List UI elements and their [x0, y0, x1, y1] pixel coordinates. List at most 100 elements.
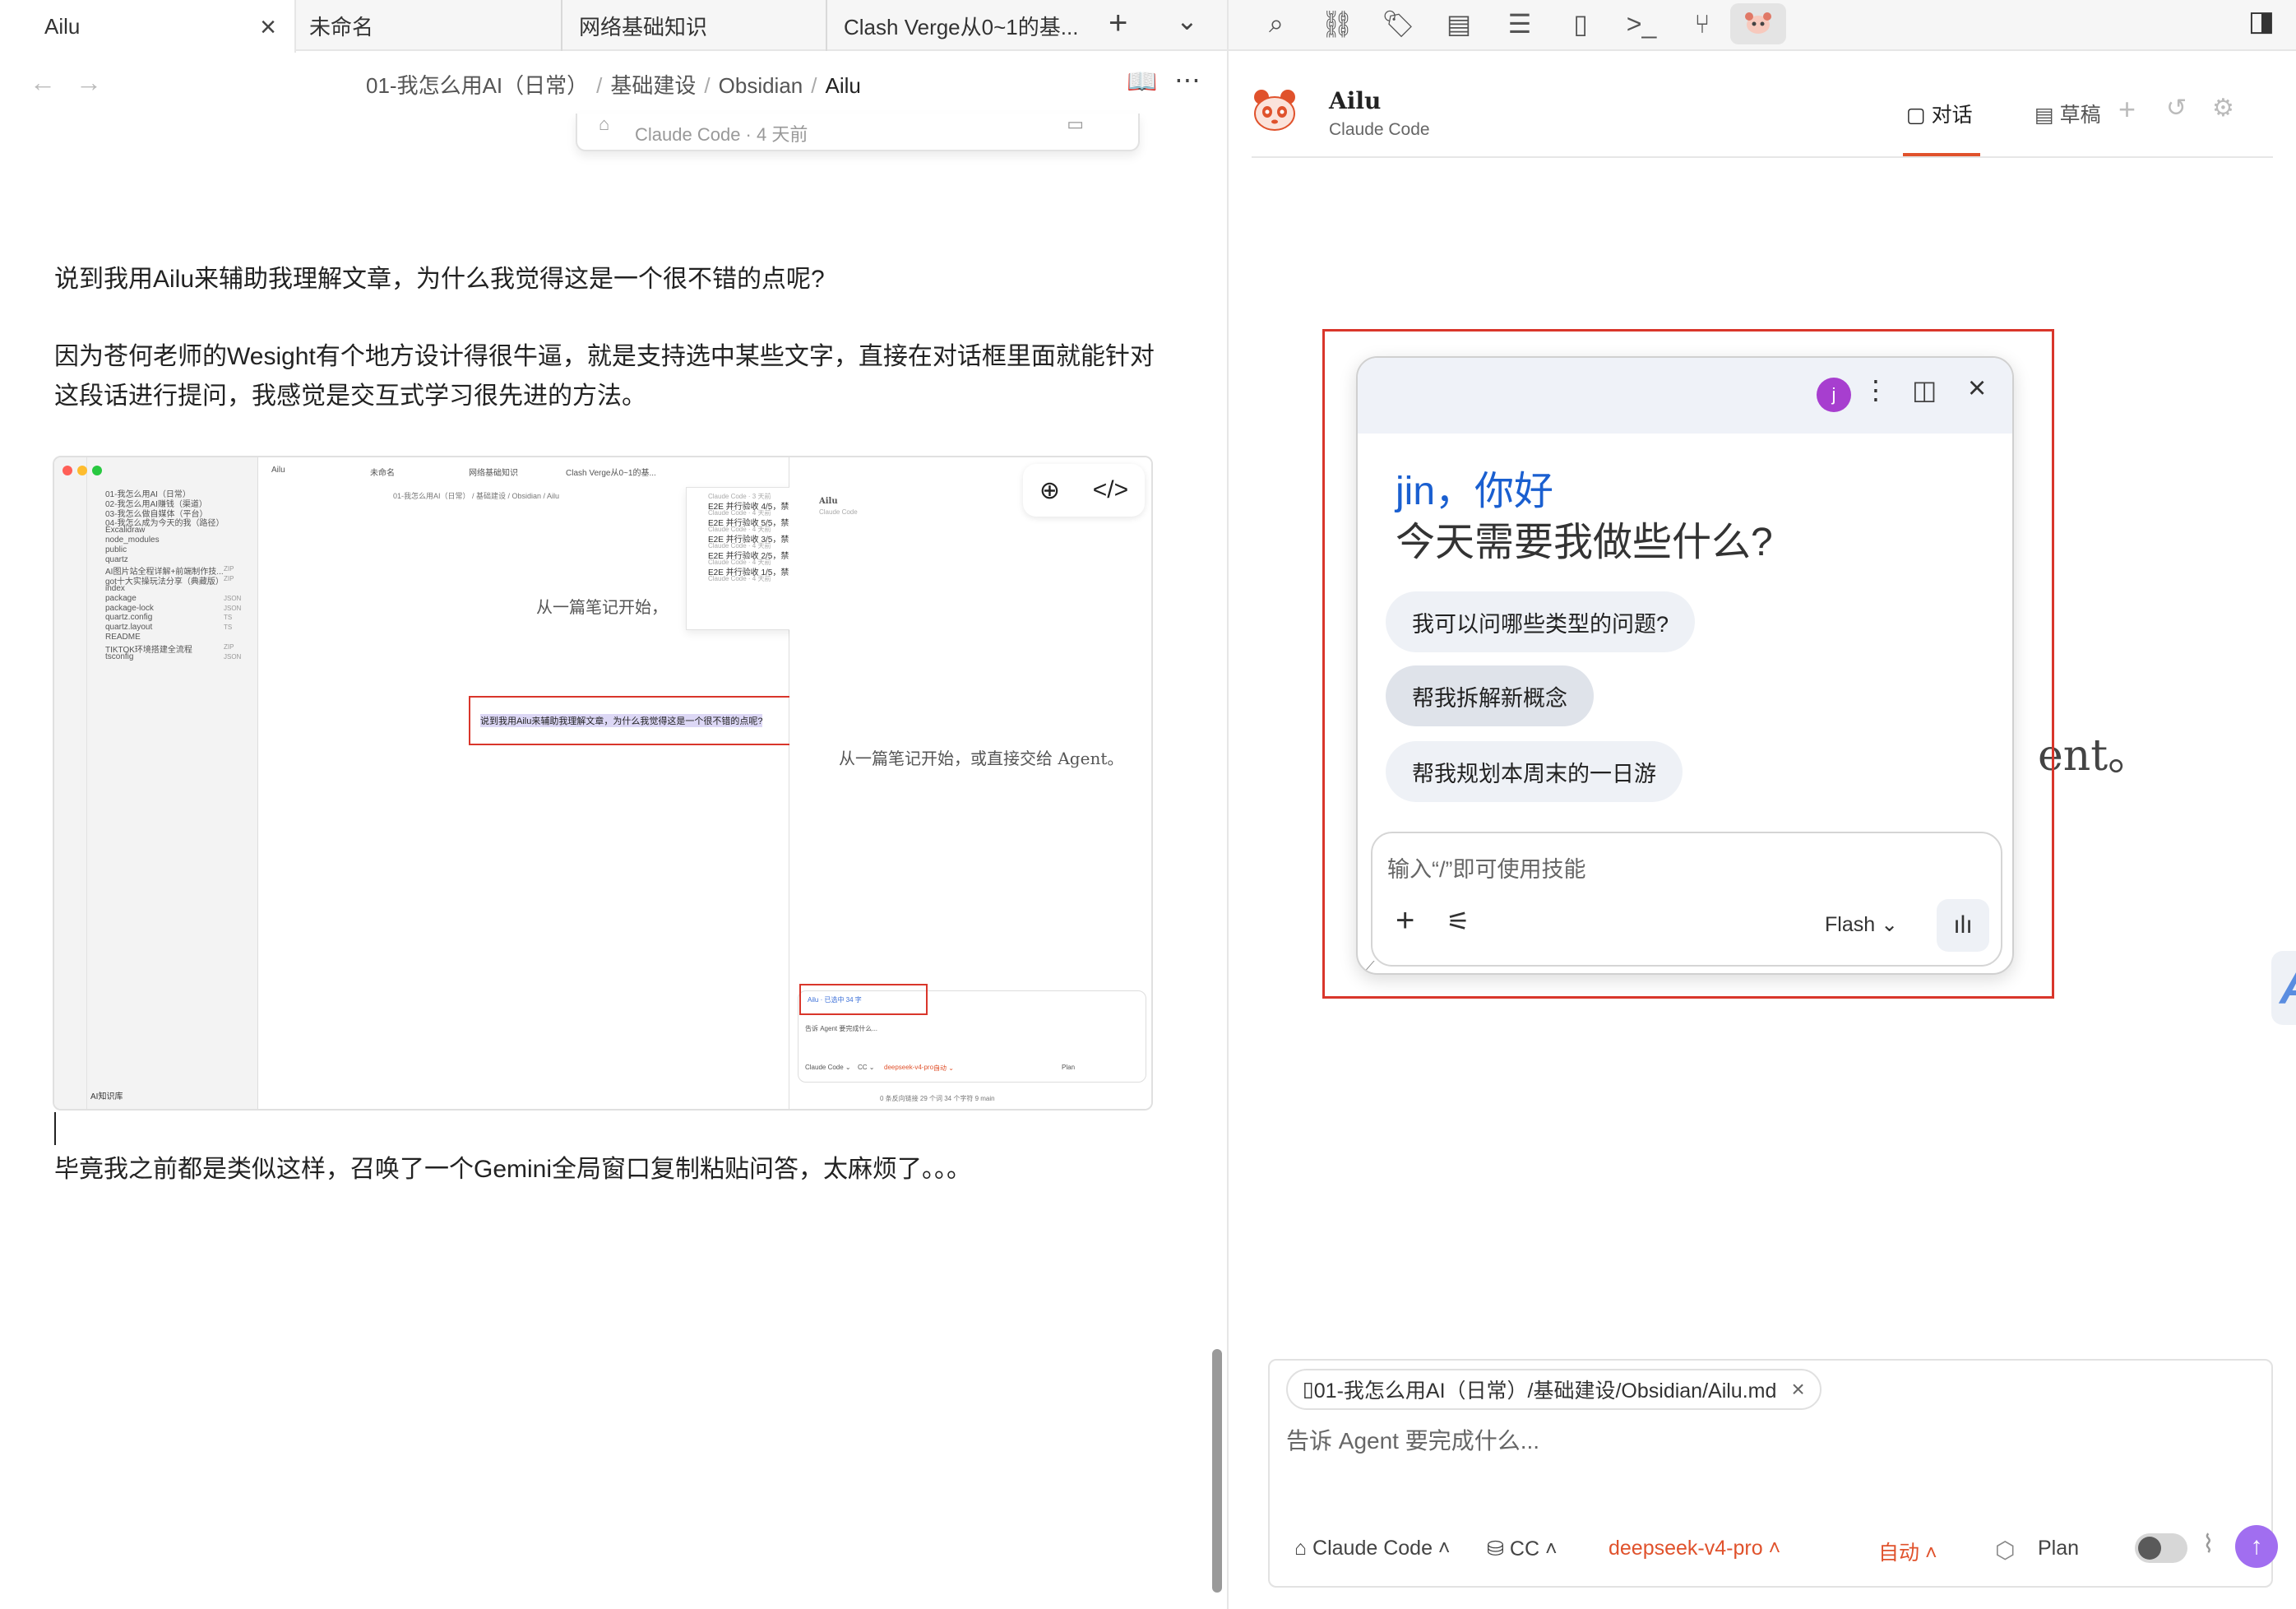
arrow-right-icon[interactable]: →	[76, 67, 102, 98]
paragraph: 说到我用Ailu来辅助我理解文章，为什么我觉得这是一个很不错的点呢?	[54, 266, 825, 293]
greeting: jin，你好	[1396, 470, 1554, 513]
code-icon[interactable]: </>	[1093, 476, 1128, 504]
paperclip-icon[interactable]: ⌇	[2202, 1530, 2215, 1559]
embedded-agent-sub: Claude Code	[819, 508, 858, 516]
embedded-empty-state: 从一篇笔记开始，或直接交给 Agent。	[839, 749, 1124, 768]
tab-draft[interactable]: ▤ 草稿	[2034, 99, 2101, 128]
provider-selector[interactable]: ⛁ CC ˄	[1487, 1537, 1558, 1561]
gear-icon[interactable]: ⚙	[2212, 94, 2234, 123]
file-tree-item[interactable]: package-lock	[105, 604, 154, 613]
model-selector[interactable]: Flash ⌄	[1825, 912, 1898, 937]
gemini-prompt-box[interactable]: 输入“/”即可使用技能 + ⚟ Flash ⌄ ılı	[1371, 832, 2002, 967]
file-tree-item[interactable]: index	[105, 584, 125, 593]
link-icon[interactable]: ⛓	[1314, 3, 1360, 44]
file-tree-item[interactable]: tsconfig	[105, 652, 133, 661]
tab-label: 未命名	[309, 14, 374, 39]
archive-icon[interactable]: ▭	[1067, 114, 1084, 135]
chevron-up-icon: ˄	[1432, 1537, 1451, 1560]
chevron-up-icon: ˄	[1539, 1537, 1558, 1560]
voice-icon[interactable]: ılı	[1937, 899, 1989, 952]
new-tab-icon[interactable]: +	[1109, 5, 1127, 42]
tab-untitled[interactable]: 未命名	[309, 0, 556, 51]
context-file-path: 01-我怎么用AI（日常）/基础建设/Obsidian/Ailu.md	[1313, 1379, 1777, 1403]
panda-icon	[1745, 12, 1771, 34]
add-icon[interactable]: +	[2118, 92, 2136, 127]
arrow-left-icon[interactable]: ←	[30, 67, 56, 98]
breadcrumb-separator: /	[704, 73, 711, 98]
agent-name: Ailu	[1329, 87, 1382, 114]
close-icon[interactable]: ×	[260, 12, 276, 44]
embedded-tab: 网络基础知识	[469, 469, 518, 478]
close-icon[interactable]: ×	[1791, 1376, 1804, 1403]
breadcrumb-item[interactable]: Ailu	[826, 73, 861, 98]
bot-icon: ⌂	[599, 114, 610, 134]
zoom-in-icon[interactable]: ⊕	[1039, 476, 1060, 505]
tab-network-basics[interactable]: 网络基础知识	[561, 0, 824, 51]
chevron-up-icon: ˄	[1919, 1542, 1937, 1565]
file-type-badge: ZIP	[224, 575, 234, 583]
file-tree-item[interactable]: node_modules	[105, 536, 160, 545]
file-icon[interactable]: ▯	[1558, 3, 1604, 44]
close-icon[interactable]: ×	[1968, 371, 1986, 406]
breadcrumb-item[interactable]: 基础建设	[610, 73, 696, 98]
file-type-badge: JSON	[224, 604, 242, 612]
file-tree-item[interactable]: quartz.layout	[105, 623, 152, 632]
agent-selector[interactable]: ⌂ Claude Code ˄	[1294, 1537, 1451, 1560]
breadcrumb-item[interactable]: Obsidian	[719, 73, 803, 98]
side-panel-icon[interactable]: ◫	[1912, 374, 1937, 406]
plan-label: Plan	[2038, 1537, 2080, 1560]
file-tree-item[interactable]: package	[105, 594, 137, 603]
send-button[interactable]: ↑	[2235, 1525, 2278, 1568]
model-selector[interactable]: deepseek-v4-pro ˄	[1609, 1537, 1780, 1560]
floating-ask-button[interactable]: A	[2271, 951, 2296, 1025]
more-icon[interactable]: ⋯	[1174, 64, 1201, 95]
tools-icon[interactable]: ⚟	[1447, 906, 1470, 937]
file-tree-item[interactable]: README	[105, 633, 141, 642]
history-icon[interactable]: ↺	[2166, 94, 2187, 123]
user-avatar[interactable]: j	[1817, 378, 1851, 412]
suggestion-chip[interactable]: 我可以问哪些类型的问题?	[1386, 591, 1696, 652]
tab-ailu[interactable]: Ailu ×	[0, 0, 296, 53]
sidebar-toggle-icon[interactable]: ◨	[2248, 5, 2275, 38]
gemini-window: j ⋮ ◫ × jin，你好 今天需要我做些什么? 我可以问哪些类型的问题? 帮…	[1356, 356, 2014, 975]
link-search-icon[interactable]: ⌕	[1253, 3, 1299, 44]
file-tree-item[interactable]: Excalidraw	[105, 526, 145, 535]
embedded-control: deepseek-v4-pro ⌄	[884, 1064, 941, 1071]
ailu-avatar-icon	[1254, 90, 1295, 131]
tag-icon[interactable]: 🏷	[1375, 3, 1421, 44]
embedded-agent-name: Ailu	[819, 497, 838, 506]
embedded-control: CC ⌄	[858, 1064, 875, 1071]
mode-selector[interactable]: 自动 ˄	[1878, 1537, 1937, 1566]
context-file-chip[interactable]: ▯ 01-我怎么用AI（日常）/基础建设/Obsidian/Ailu.md ×	[1286, 1369, 1822, 1410]
tab-label: 网络基础知识	[579, 14, 708, 39]
tab-clash-verge[interactable]: Clash Verge从0~1的基...	[826, 0, 1081, 51]
chevron-down-icon[interactable]: ⌄	[1176, 5, 1198, 36]
reading-mode-icon[interactable]: 📖	[1127, 67, 1157, 96]
more-vertical-icon[interactable]: ⋮	[1863, 374, 1889, 406]
git-branch-icon[interactable]: ⑂	[1679, 3, 1725, 44]
file-tree-item[interactable]: quartz	[105, 555, 128, 564]
suggestion-chip[interactable]: 帮我规划本周末的一日游	[1386, 741, 1683, 802]
close-dot-icon	[62, 466, 72, 475]
plus-icon[interactable]: +	[1396, 902, 1414, 939]
embedded-screenshot[interactable]: 01-我怎么用AI（日常） 02-我怎么用AI赚钱（渠道） 03-我怎么做自媒体（平…	[53, 456, 1153, 1111]
file-type-badge: ZIP	[224, 565, 234, 573]
terminal-icon[interactable]: >_	[1618, 3, 1664, 44]
file-tree-item[interactable]: public	[105, 545, 127, 554]
file-tree-item[interactable]: quartz.config	[105, 613, 152, 622]
resize-handle-icon[interactable]: ⟋	[1364, 958, 1375, 973]
breadcrumb-item[interactable]: 01-我怎么用AI（日常）	[366, 73, 588, 98]
ailu-panda-icon[interactable]	[1730, 3, 1786, 44]
suggestion-chip[interactable]: 帮我拆解新概念	[1386, 665, 1594, 726]
file-icon: ▯	[1303, 1378, 1314, 1401]
cube-icon[interactable]: ⬡	[1995, 1537, 2015, 1564]
tab-chat[interactable]: ▢ 对话	[1906, 99, 1973, 128]
list-icon[interactable]: ☰	[1497, 3, 1543, 44]
model-label: Flash	[1825, 913, 1876, 936]
agent-composer[interactable]: ▯ 01-我怎么用AI（日常）/基础建设/Obsidian/Ailu.md × …	[1268, 1359, 2278, 1588]
scrollbar-thumb[interactable]	[1212, 1349, 1222, 1593]
file-type-badge: TS	[224, 624, 233, 632]
archive-icon[interactable]: ▤	[1436, 3, 1482, 44]
plan-toggle[interactable]	[2135, 1533, 2187, 1563]
embedded-control: Claude Code ⌄	[805, 1064, 851, 1071]
